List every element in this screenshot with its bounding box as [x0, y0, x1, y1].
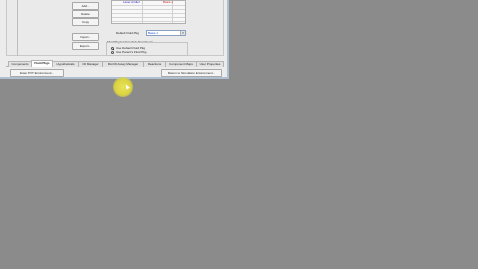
- grid-cell-name[interactable]: Laser Aridiel: [123, 1, 140, 4]
- grid-row-line: [112, 9, 185, 10]
- fluid-pkg-grid[interactable]: Laser Aridiel Basis-1: [111, 0, 186, 24]
- grid-row-line: [112, 13, 185, 14]
- tab-component-maps[interactable]: Component Maps: [165, 61, 197, 67]
- tab-fluid-pkgs[interactable]: Fluid Pkgs: [31, 60, 53, 67]
- copy-button[interactable]: Copy: [72, 18, 99, 26]
- tab-components[interactable]: Components: [8, 61, 32, 67]
- grid-row-line: [112, 17, 185, 18]
- grid-row-line: [112, 21, 185, 22]
- default-fluid-pkg-value: Basis-1: [148, 31, 159, 35]
- tab-rxnoil-assay-manager[interactable]: RxnOil Assay Manager: [102, 61, 144, 67]
- panel-divider: [17, 0, 18, 56]
- use-default-radio[interactable]: [111, 47, 114, 50]
- tab-hypotheticals[interactable]: Hypotheticals: [52, 61, 79, 67]
- chevron-down-icon[interactable]: ▾: [180, 31, 185, 35]
- use-parent-label: Use Parent's Fluid Pkg: [116, 50, 147, 54]
- tab-user-properties[interactable]: User Properties: [196, 61, 224, 67]
- export-button[interactable]: Export...: [72, 42, 99, 50]
- grid-row-line: [112, 5, 185, 6]
- use-parent-radio[interactable]: [111, 51, 114, 54]
- import-button[interactable]: Import...: [72, 33, 99, 41]
- default-fluid-pkg-label: Default Fluid Pkg: [116, 31, 139, 35]
- default-fluid-pkg-select[interactable]: Basis-1 ▾: [146, 30, 186, 36]
- delete-button[interactable]: Delete: [72, 10, 99, 18]
- add-button[interactable]: Add...: [72, 2, 99, 10]
- tab-oil-manager[interactable]: Oil Manager: [78, 61, 103, 67]
- enter-pvt-button[interactable]: Enter PVT Environment...: [10, 69, 64, 77]
- simulation-basis-manager-window: Add... Delete Copy Import... Export... L…: [0, 0, 229, 79]
- return-to-simulation-button[interactable]: Return to Simulation Environment...: [161, 69, 222, 77]
- tab-reactions[interactable]: Reactions: [143, 61, 166, 67]
- grid-cell-basis[interactable]: Basis-1: [163, 1, 173, 4]
- subflowsheet-group: Use Default Fluid Pkg Use Parent's Fluid…: [106, 42, 188, 56]
